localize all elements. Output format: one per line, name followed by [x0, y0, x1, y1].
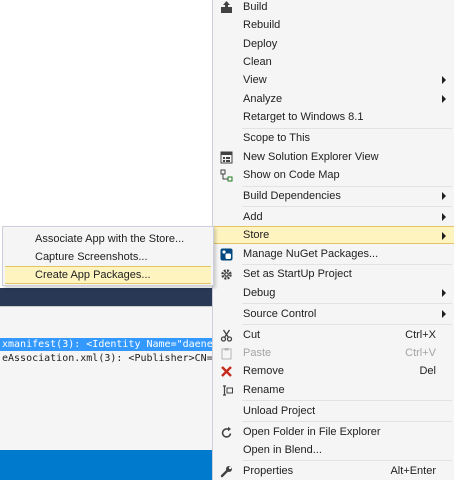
- menu-separator: [242, 400, 452, 401]
- submenu-arrow-icon: [442, 289, 446, 297]
- output-line[interactable]: eAssociation.xml(3): <Publisher>CN=CE1: [0, 352, 212, 365]
- build-icon: [219, 0, 233, 14]
- menu-label: Add: [243, 211, 263, 223]
- menu-item-clean[interactable]: Clean: [214, 53, 454, 71]
- menu-label: Scope to This: [243, 132, 311, 144]
- menu-label: Open Folder in File Explorer: [243, 426, 381, 438]
- menu-label: Retarget to Windows 8.1: [243, 111, 364, 123]
- menu-label: Rename: [243, 384, 285, 396]
- store-submenu: Associate App with the Store... Capture …: [2, 226, 214, 286]
- menu-item-add[interactable]: Add: [214, 208, 454, 226]
- submenu-arrow-icon: [442, 213, 446, 221]
- menu-label: Source Control: [243, 308, 317, 320]
- menu-label: Properties: [243, 465, 294, 477]
- submenu-arrow-icon: [442, 310, 446, 318]
- menu-label: Remove: [243, 365, 284, 377]
- menu-item-scope-to-this[interactable]: Scope to This: [214, 129, 454, 147]
- menu-separator: [242, 324, 452, 325]
- project-context-menu: Build Rebuild Deploy Clean View Analyze …: [212, 0, 454, 480]
- refresh-arrow-icon: [219, 425, 233, 439]
- menu-item-unload-project[interactable]: Unload Project: [214, 402, 454, 420]
- menu-label: Debug: [243, 287, 276, 299]
- menu-item-rename[interactable]: Rename: [214, 381, 454, 399]
- gear-icon: [219, 267, 233, 281]
- menu-label: Store: [243, 229, 270, 241]
- rename-icon: [219, 383, 233, 397]
- menu-item-retarget[interactable]: Retarget to Windows 8.1: [214, 108, 454, 126]
- menu-item-manage-nuget[interactable]: Manage NuGet Packages...: [214, 245, 454, 263]
- menu-shortcut: Alt+Enter: [390, 465, 436, 477]
- menu-label: Set as StartUp Project: [243, 268, 352, 280]
- menu-label: Deploy: [243, 38, 278, 50]
- status-bar: [0, 450, 212, 480]
- menu-label: Show on Code Map: [243, 169, 340, 181]
- submenu-arrow-icon: [442, 232, 446, 240]
- output-panel-header: [0, 288, 212, 306]
- submenu-item-capture-screenshots[interactable]: Capture Screenshots...: [5, 248, 211, 266]
- scissors-icon: [219, 328, 233, 342]
- submenu-arrow-icon: [442, 192, 446, 200]
- menu-label: Paste: [243, 347, 272, 359]
- menu-item-cut[interactable]: Cut Ctrl+X: [214, 326, 454, 344]
- menu-label: View: [243, 74, 267, 86]
- menu-label: Manage NuGet Packages...: [243, 248, 379, 260]
- nuget-icon: [219, 247, 233, 261]
- menu-item-remove[interactable]: Remove Del: [214, 362, 454, 380]
- output-line-selected[interactable]: xmanifest(3): <Identity Name="daenet.Em: [0, 338, 212, 351]
- menu-item-build[interactable]: Build: [214, 0, 454, 16]
- menu-shortcut: Ctrl+V: [405, 347, 436, 359]
- menu-item-debug[interactable]: Debug: [214, 284, 454, 302]
- submenu-arrow-icon: [442, 76, 446, 84]
- menu-item-deploy[interactable]: Deploy: [214, 35, 454, 53]
- menu-label: Create App Packages...: [35, 269, 151, 281]
- output-panel: [0, 306, 212, 450]
- submenu-arrow-icon: [442, 95, 446, 103]
- submenu-item-associate-app[interactable]: Associate App with the Store...: [5, 230, 211, 248]
- menu-item-store[interactable]: Store: [214, 226, 454, 244]
- menu-separator: [242, 303, 452, 304]
- menu-label: Unload Project: [243, 405, 316, 417]
- menu-label: Associate App with the Store...: [35, 233, 185, 245]
- menu-label: Capture Screenshots...: [35, 251, 148, 263]
- submenu-item-create-app-packages[interactable]: Create App Packages...: [5, 266, 211, 284]
- menu-shortcut: Del: [419, 365, 436, 377]
- menu-separator: [242, 460, 452, 461]
- menu-label: Rebuild: [243, 19, 281, 31]
- wrench-icon: [219, 464, 233, 478]
- menu-item-view[interactable]: View: [214, 71, 454, 89]
- menu-item-source-control[interactable]: Source Control: [214, 305, 454, 323]
- menu-separator: [242, 421, 452, 422]
- menu-separator: [242, 206, 452, 207]
- menu-item-analyze[interactable]: Analyze: [214, 90, 454, 108]
- menu-item-show-on-code-map[interactable]: Show on Code Map: [214, 166, 454, 184]
- menu-item-properties[interactable]: Properties Alt+Enter: [214, 462, 454, 480]
- code-map-icon: [219, 168, 233, 182]
- menu-item-paste[interactable]: Paste Ctrl+V: [214, 344, 454, 362]
- menu-item-build-dependencies[interactable]: Build Dependencies: [214, 187, 454, 205]
- menu-label: Build: [243, 1, 268, 13]
- menu-label: Analyze: [243, 93, 283, 105]
- menu-label: Clean: [243, 56, 272, 68]
- solution-explorer-icon: [219, 150, 233, 164]
- menu-label: New Solution Explorer View: [243, 151, 379, 163]
- menu-item-rebuild[interactable]: Rebuild: [214, 16, 454, 34]
- clipboard-icon: [219, 346, 233, 360]
- remove-x-icon: [219, 364, 233, 378]
- menu-label: Cut: [243, 329, 261, 341]
- menu-label: Build Dependencies: [243, 190, 341, 202]
- menu-item-open-folder[interactable]: Open Folder in File Explorer: [214, 423, 454, 441]
- menu-item-set-startup-project[interactable]: Set as StartUp Project: [214, 265, 454, 283]
- menu-item-new-solution-explorer-view[interactable]: New Solution Explorer View: [214, 148, 454, 166]
- menu-item-open-in-blend[interactable]: Open in Blend...: [214, 441, 454, 459]
- menu-label: Open in Blend...: [243, 444, 322, 456]
- menu-shortcut: Ctrl+X: [405, 329, 436, 341]
